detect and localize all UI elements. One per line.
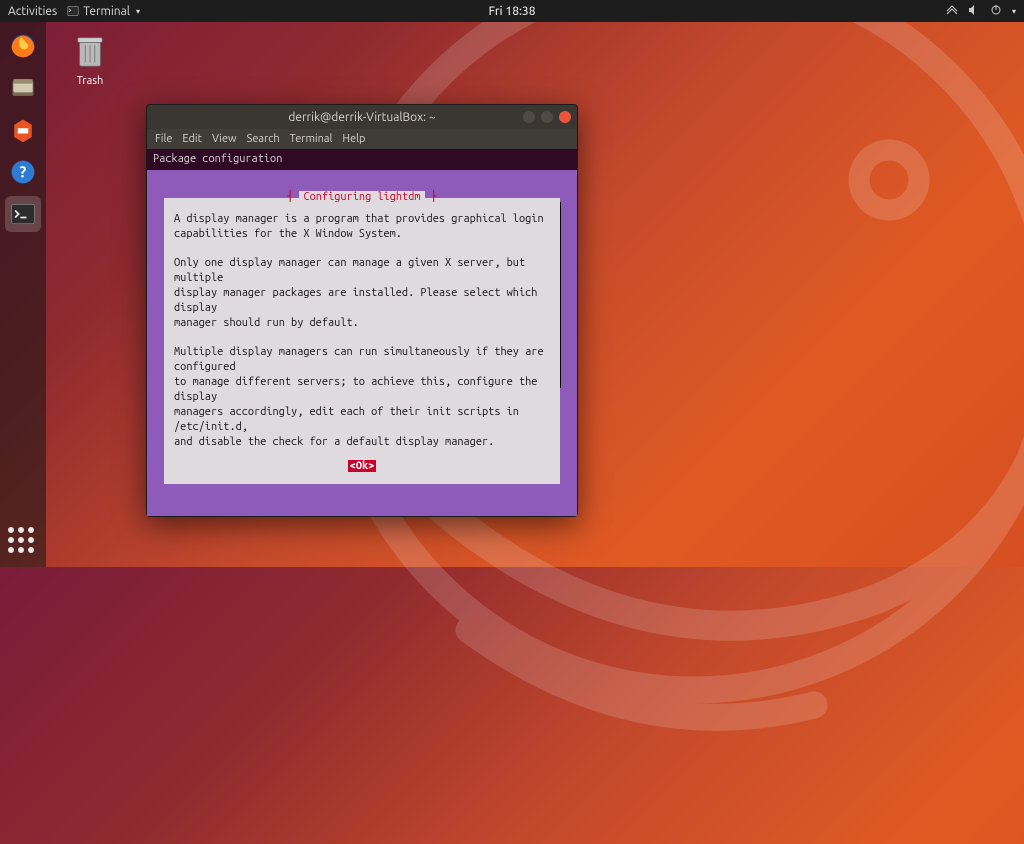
package-config-heading: Package configuration (147, 149, 577, 170)
desktop-trash-label: Trash (60, 75, 120, 87)
dialog-title-row: ┤ Configuring lightdm ├ (164, 190, 560, 205)
window-titlebar[interactable]: derrik@derrik-VirtualBox: ~ (147, 105, 577, 129)
desktop-trash[interactable]: Trash (60, 32, 120, 87)
dock-item-files[interactable] (5, 70, 41, 106)
maximize-button[interactable] (541, 111, 553, 123)
volume-icon (968, 4, 980, 19)
dialog-text: A display manager is a program that prov… (174, 212, 550, 450)
config-dialog: ┤ Configuring lightdm ├ A display manage… (164, 198, 560, 484)
ok-button[interactable]: <Ok> (348, 460, 377, 472)
dock-item-terminal[interactable] (5, 196, 41, 232)
dialog-title: Configuring lightdm (299, 191, 424, 203)
software-icon (9, 116, 37, 144)
system-status-area[interactable]: ▾ (946, 4, 1016, 19)
ncurses-dialog-area: ┤ Configuring lightdm ├ A display manage… (147, 170, 577, 516)
terminal-window: derrik@derrik-VirtualBox: ~ File Edit Vi… (146, 104, 578, 517)
menu-edit[interactable]: Edit (182, 133, 202, 145)
chevron-down-icon: ▾ (1012, 7, 1016, 16)
terminal-small-icon (67, 5, 79, 17)
close-button[interactable] (559, 111, 571, 123)
window-title: derrik@derrik-VirtualBox: ~ (288, 111, 435, 124)
menu-file[interactable]: File (155, 133, 172, 145)
menu-help[interactable]: Help (342, 133, 365, 145)
terminal-body: Package configuration ┤ Configuring ligh… (147, 149, 577, 516)
trash-icon (74, 32, 106, 70)
show-applications-button[interactable] (8, 527, 38, 557)
chevron-down-icon: ▾ (136, 7, 140, 16)
help-icon: ? (9, 158, 37, 186)
top-panel: Activities Terminal ▾ Fri 18:38 ▾ (0, 0, 1024, 22)
active-app-indicator[interactable]: Terminal ▾ (67, 5, 140, 18)
dock: ? (0, 22, 46, 567)
network-icon (946, 4, 958, 19)
menu-view[interactable]: View (212, 133, 237, 145)
dock-item-help[interactable]: ? (5, 154, 41, 190)
menubar: File Edit View Search Terminal Help (147, 129, 577, 149)
terminal-icon (9, 200, 37, 228)
files-icon (9, 74, 37, 102)
minimize-button[interactable] (523, 111, 535, 123)
menu-terminal[interactable]: Terminal (290, 133, 333, 145)
dock-item-software[interactable] (5, 112, 41, 148)
power-icon (990, 4, 1002, 19)
menu-search[interactable]: Search (247, 133, 280, 145)
active-app-label: Terminal (83, 5, 130, 18)
dock-item-firefox[interactable] (5, 28, 41, 64)
firefox-icon (9, 32, 37, 60)
clock[interactable]: Fri 18:38 (489, 5, 536, 18)
svg-text:?: ? (20, 162, 27, 180)
activities-button[interactable]: Activities (8, 5, 57, 18)
